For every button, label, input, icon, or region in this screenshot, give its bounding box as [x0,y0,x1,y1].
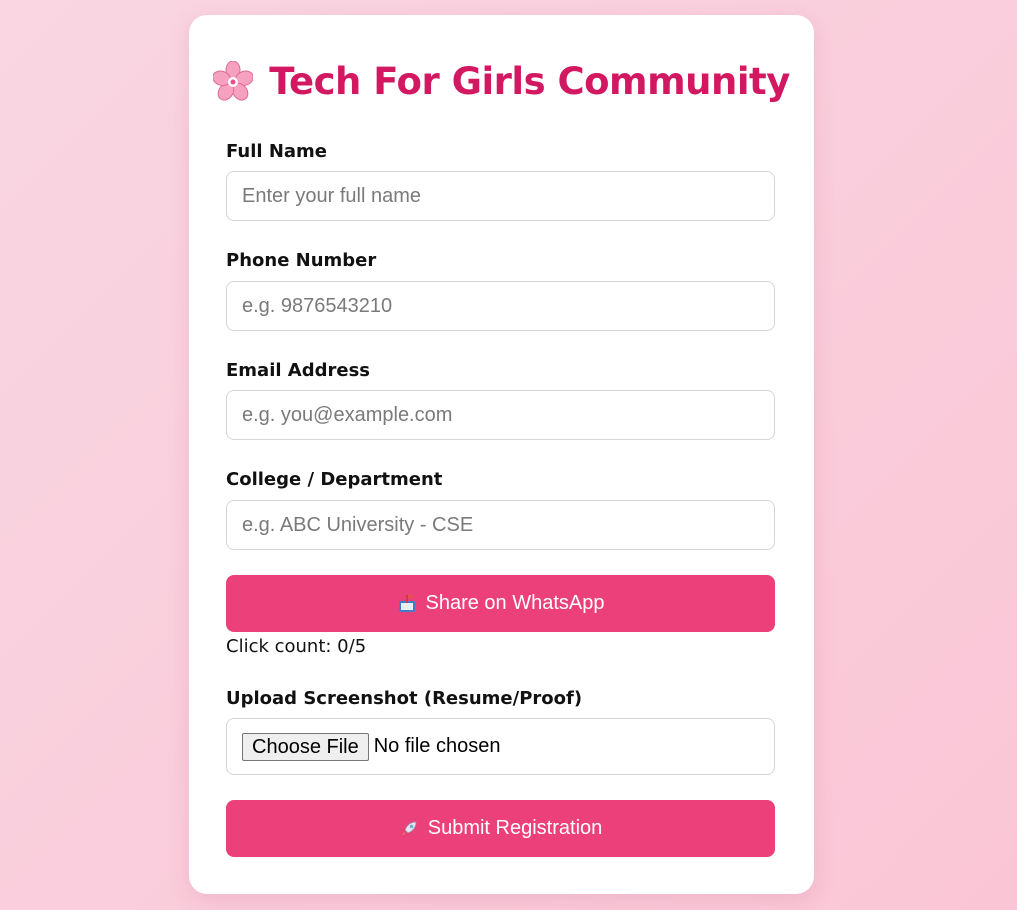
phone-input[interactable] [226,281,775,331]
college-input[interactable] [226,500,775,550]
file-upload-field[interactable]: Choose File No file chosen [226,718,775,775]
full-name-input[interactable] [226,171,775,221]
email-label: Email Address [226,360,371,381]
click-count-text: Click count: 0/5 [226,636,367,657]
mailbox-icon [397,594,417,614]
submit-registration-label: Submit Registration [427,817,603,839]
registration-card: Tech For Girls Community Full Name Phone… [189,15,814,894]
submit-registration-button[interactable]: Submit Registration [226,800,775,857]
upload-label: Upload Screenshot (Resume/Proof) [226,688,583,709]
share-whatsapp-button[interactable]: Share on WhatsApp [226,575,775,632]
phone-label: Phone Number [226,250,377,271]
title-text: Tech For Girls Community [269,59,790,103]
file-status-text: No file chosen [373,735,501,757]
choose-file-button[interactable]: Choose File [242,732,369,761]
cherry-blossom-icon [213,61,254,101]
share-whatsapp-label: Share on WhatsApp [425,592,605,614]
email-input[interactable] [226,390,775,440]
page-title: Tech For Girls Community [213,55,790,107]
college-label: College / Department [226,469,443,490]
rocket-icon [399,819,419,839]
full-name-label: Full Name [226,141,327,162]
